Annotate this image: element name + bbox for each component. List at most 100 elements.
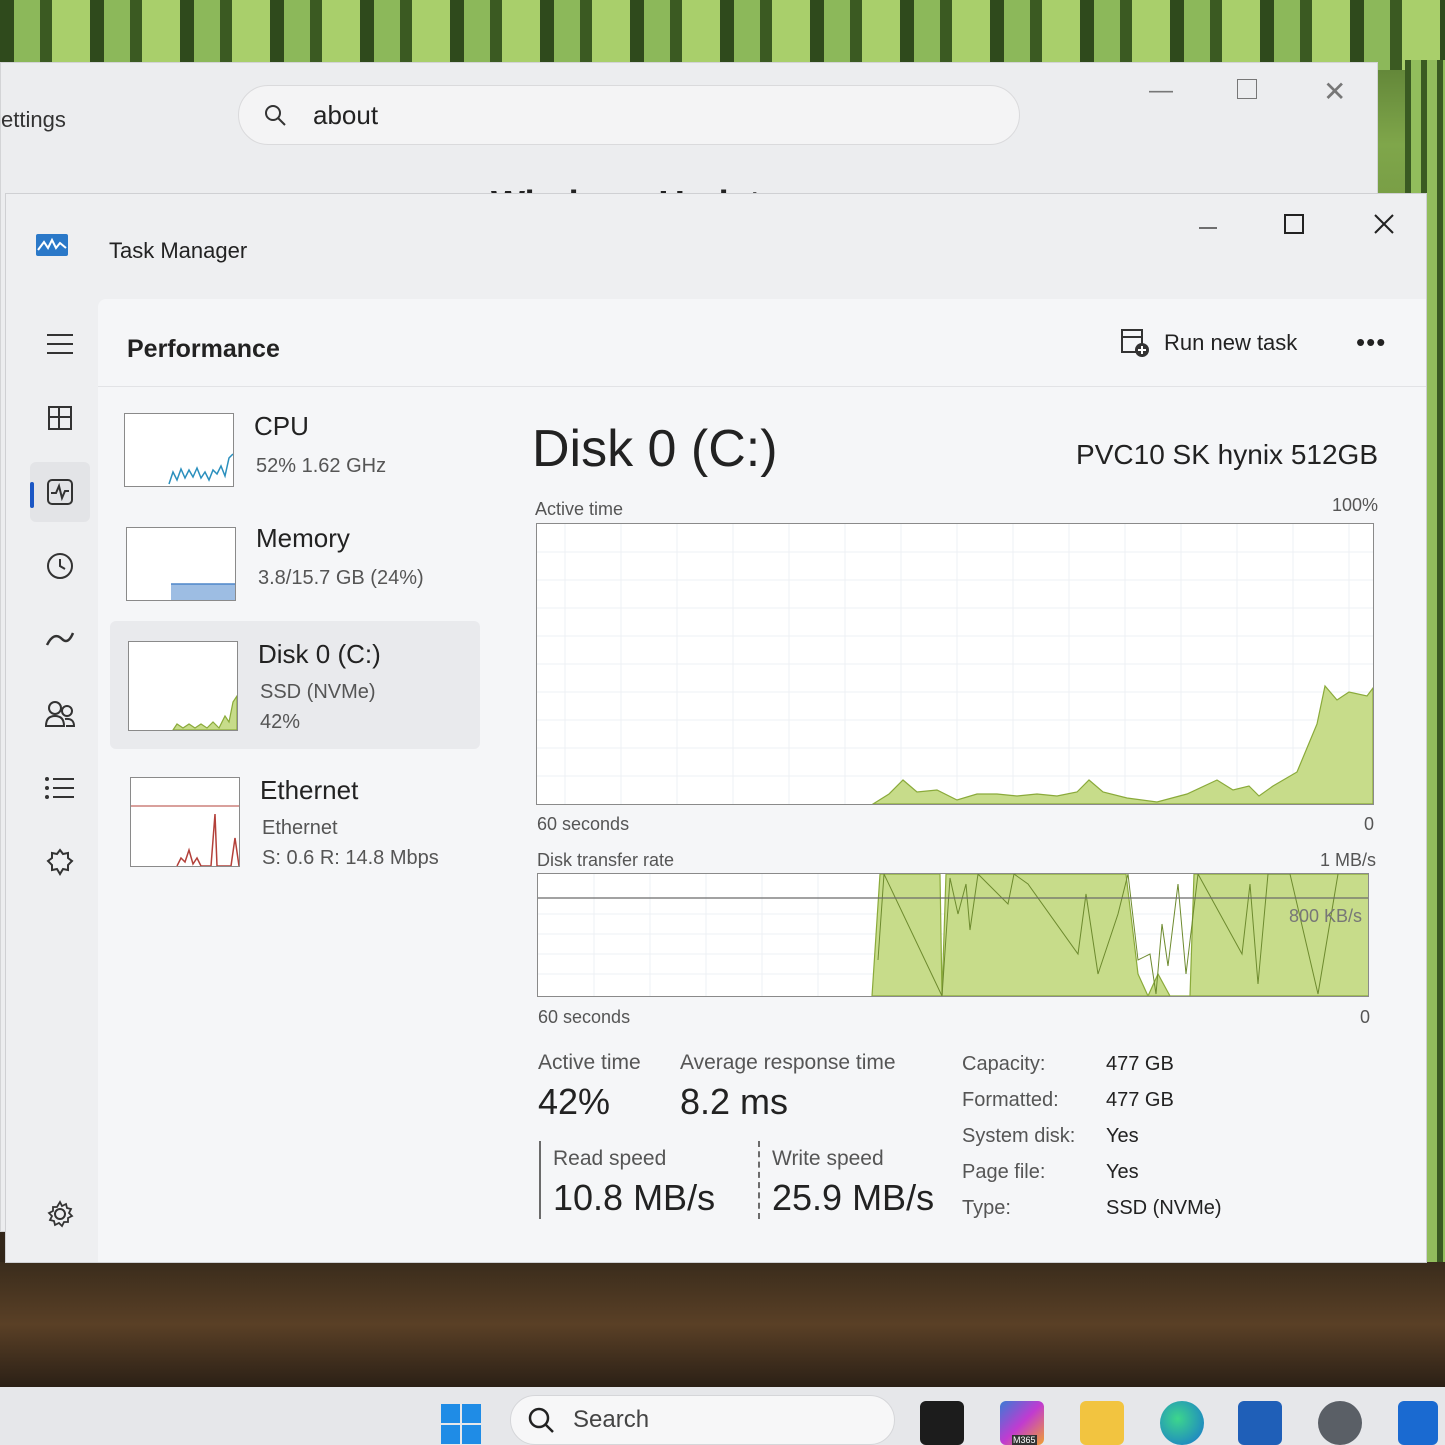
type-value: SSD (NVMe) <box>1106 1197 1222 1219</box>
maximize-button[interactable] <box>1274 204 1314 244</box>
perf-item-usage: 42% <box>260 711 301 733</box>
capacity-label: Capacity: <box>962 1053 1046 1075</box>
settings-title: ettings <box>1 107 66 132</box>
active-time-chart <box>537 524 1373 804</box>
transfer-rate-graph-min: 0 <box>1359 1007 1370 1027</box>
taskbar: Search M365 <box>0 1387 1445 1445</box>
avg-response-stat-label: Average response time <box>680 1051 896 1074</box>
cpu-sparkline <box>168 453 234 485</box>
title-bar[interactable]: Task Manager <box>6 194 1426 294</box>
app-history-icon <box>47 553 73 579</box>
nav-services[interactable] <box>30 832 90 892</box>
disk-sparkline <box>171 694 238 731</box>
perf-item-ethernet[interactable]: Ethernet Ethernet S: 0.6 R: 14.8 Mbps <box>110 761 480 889</box>
task-manager-window[interactable]: Task Manager Performance Run new task ••… <box>5 193 1427 1263</box>
perf-item-memory[interactable]: Memory 3.8/15.7 GB (24%) <box>110 511 480 635</box>
perf-item-disk[interactable]: Disk 0 (C:) SSD (NVMe) 42% <box>110 621 480 749</box>
performance-icon <box>47 479 73 505</box>
settings-search-input[interactable]: about <box>313 100 378 131</box>
nav-settings[interactable] <box>30 1184 90 1244</box>
cpu-thumbnail-graph <box>124 413 234 487</box>
search-icon <box>528 1407 554 1433</box>
perf-item-cpu[interactable]: CPU 52% 1.62 GHz <box>110 399 480 523</box>
processes-icon <box>48 406 72 430</box>
system-disk-value: Yes <box>1106 1125 1139 1147</box>
more-options-button[interactable]: ••• <box>1356 327 1386 358</box>
system-disk-label: System disk: <box>962 1125 1076 1147</box>
settings-minimize-button[interactable]: — <box>1149 77 1173 105</box>
avg-response-stat-value: 8.2 ms <box>680 1081 789 1122</box>
transfer-rate-chart <box>538 874 1368 996</box>
nav-users[interactable] <box>30 684 90 744</box>
page-file-label: Page file: <box>962 1161 1046 1183</box>
nav-processes[interactable] <box>30 388 90 448</box>
search-icon <box>265 105 286 126</box>
minimize-button[interactable] <box>1188 204 1228 244</box>
nav-performance[interactable] <box>30 462 90 522</box>
read-speed-value: 10.8 MB/s <box>553 1177 716 1218</box>
active-time-graph-max: 100% <box>1331 495 1378 515</box>
nav-menu-button[interactable] <box>30 314 90 374</box>
outlook-icon[interactable] <box>1398 1401 1438 1445</box>
active-time-graph-min: 0 <box>1363 814 1374 834</box>
disk-title: Disk 0 (C:) <box>532 420 778 478</box>
perf-item-detail: 3.8/15.7 GB (24%) <box>258 567 424 589</box>
minimize-icon <box>1199 227 1217 229</box>
active-time-graph <box>536 523 1374 805</box>
settings-maximize-button[interactable] <box>1237 79 1257 99</box>
transfer-rate-graph-max: 1 MB/s <box>1319 850 1376 870</box>
perf-item-name: Memory <box>256 523 350 553</box>
edge-browser-icon[interactable] <box>1160 1401 1204 1445</box>
maximize-icon <box>1284 214 1304 234</box>
transfer-rate-reference: 800 KB/s <box>1288 906 1362 926</box>
settings-icon <box>47 1200 74 1228</box>
performance-content: Performance Run new task ••• CPU 52% 1.6… <box>98 299 1426 1262</box>
desktop-wallpaper-bottom <box>0 1262 1445 1387</box>
m365-label: M365 <box>1012 1435 1037 1445</box>
window-title: Task Manager <box>109 238 248 263</box>
perf-item-detail: SSD (NVMe) <box>260 681 376 703</box>
formatted-label: Formatted: <box>962 1089 1059 1111</box>
nav-details[interactable] <box>30 758 90 818</box>
perf-item-detail: 52% 1.62 GHz <box>256 455 387 477</box>
task-manager-app-icon <box>36 234 68 256</box>
transfer-rate-graph-label: Disk transfer rate <box>537 850 675 870</box>
windows-start-button[interactable] <box>441 1404 481 1444</box>
active-time-stat-value: 42% <box>538 1081 611 1122</box>
active-time-graph-duration: 60 seconds <box>537 814 630 834</box>
settings-search-box[interactable]: about <box>238 85 1020 145</box>
run-task-icon <box>1121 329 1149 357</box>
close-icon <box>1374 214 1394 234</box>
task-view-icon[interactable] <box>920 1401 964 1445</box>
desktop-wallpaper-top <box>0 0 1445 70</box>
run-new-task-button[interactable]: Run new task <box>1120 321 1297 365</box>
services-icon <box>46 848 74 876</box>
write-speed-value: 25.9 MB/s <box>772 1177 935 1218</box>
page-title: Performance <box>127 335 280 363</box>
file-explorer-icon[interactable] <box>1080 1401 1124 1445</box>
read-speed-label: Read speed <box>553 1147 667 1170</box>
microsoft-365-icon[interactable]: M365 <box>1000 1401 1044 1445</box>
close-button[interactable] <box>1364 204 1404 244</box>
write-speed-marker <box>758 1141 760 1219</box>
taskbar-search[interactable]: Search <box>510 1395 895 1445</box>
type-label: Type: <box>962 1197 1011 1219</box>
nav-app-history[interactable] <box>30 536 90 596</box>
settings-app-icon[interactable] <box>1318 1401 1362 1445</box>
active-indicator <box>30 482 34 508</box>
active-time-stat-label: Active time <box>538 1051 641 1074</box>
transfer-rate-graph-duration: 60 seconds <box>538 1007 631 1027</box>
navigation-rail <box>16 294 106 1254</box>
perf-item-throughput: S: 0.6 R: 14.8 Mbps <box>262 847 439 869</box>
users-icon <box>44 701 76 727</box>
page-file-value: Yes <box>1106 1161 1139 1183</box>
settings-close-button[interactable]: ✕ <box>1323 75 1346 108</box>
nav-startup-apps[interactable] <box>30 610 90 670</box>
ethernet-sparkline <box>131 805 240 867</box>
perf-item-name: Ethernet <box>260 775 359 805</box>
transfer-rate-graph: 800 KB/s <box>537 873 1369 997</box>
formatted-value: 477 GB <box>1106 1089 1174 1111</box>
microsoft-store-icon[interactable] <box>1238 1401 1282 1445</box>
content-header: Performance Run new task ••• <box>98 299 1426 387</box>
disk-model: PVC10 SK hynix 512GB <box>1076 439 1378 470</box>
